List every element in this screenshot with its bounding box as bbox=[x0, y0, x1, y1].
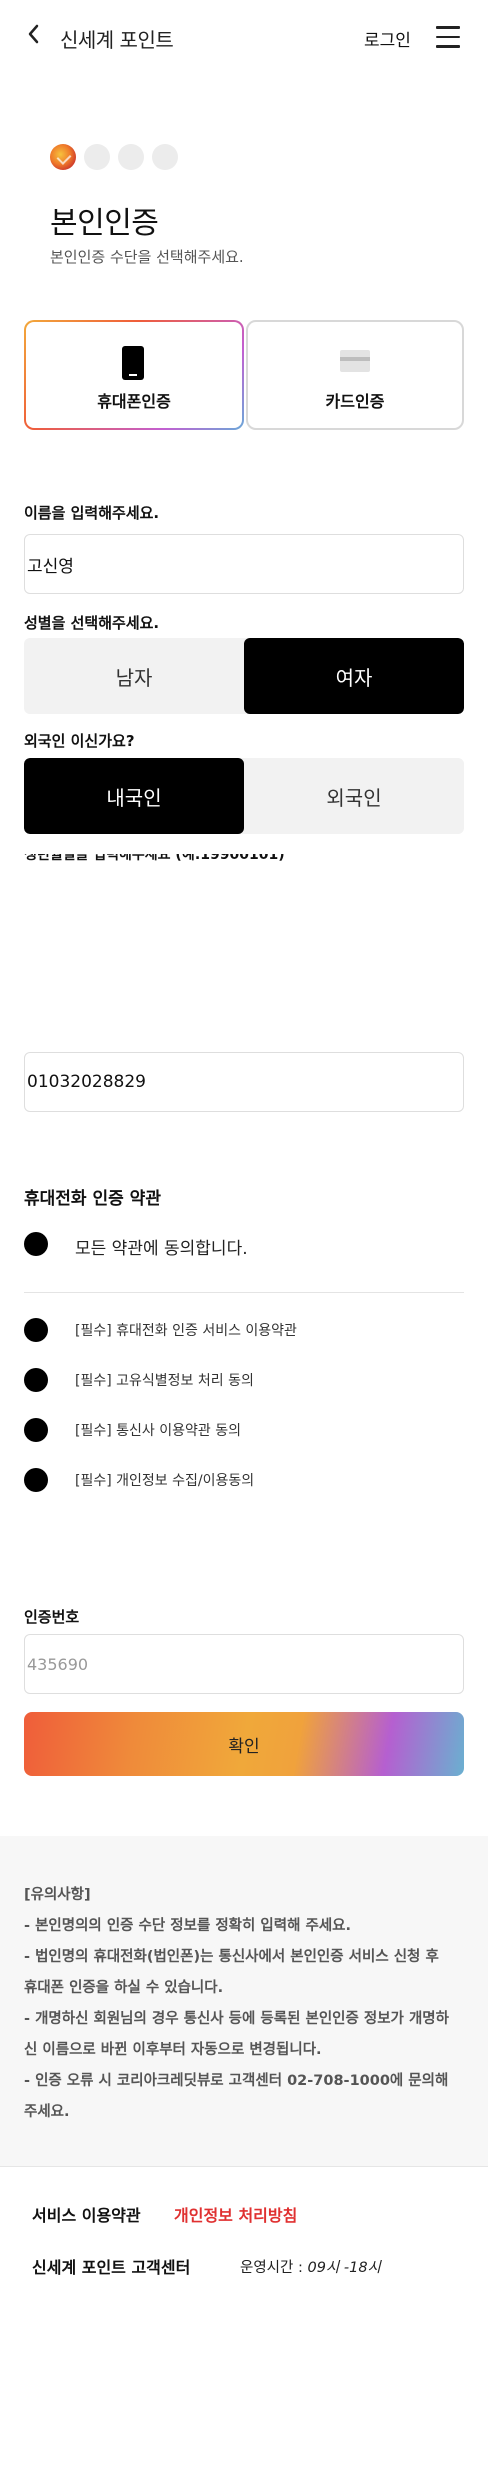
login-link[interactable]: 로그인 bbox=[364, 26, 411, 51]
step-dot-3 bbox=[118, 144, 144, 170]
name-input[interactable]: 고신영 bbox=[24, 534, 464, 594]
notice-line-1: - 본인명의의 인증 수단 정보를 정확히 입력해 주세요. bbox=[24, 1918, 352, 1934]
notice-title: [유의사항] bbox=[24, 1887, 91, 1903]
nationality-label: 외국인 이신가요? bbox=[24, 732, 135, 750]
terms-title: 휴대전화 인증 약관 bbox=[24, 1189, 161, 1209]
birthdate-label-clipped: 생년월일을 입력해주세요 (예:19900101) bbox=[24, 854, 464, 862]
birthdate-label: 생년월일을 입력해주세요 (예:19900101) bbox=[24, 854, 285, 862]
footer-customer-center: 신세계 포인트 고객센터 bbox=[32, 2258, 191, 2277]
footer-hours-value: 09시 -18시 bbox=[307, 2260, 381, 2276]
phone-icon bbox=[122, 346, 144, 380]
nationality-option-domestic[interactable]: 내국인 bbox=[24, 758, 244, 834]
confirm-button[interactable]: 확인 bbox=[24, 1712, 464, 1776]
terms-divider bbox=[24, 1292, 464, 1293]
nationality-option-foreign[interactable]: 외국인 bbox=[244, 758, 464, 834]
footer-divider bbox=[0, 2166, 488, 2167]
term-checkbox-2[interactable] bbox=[24, 1368, 48, 1392]
footer-privacy-link[interactable]: 개인정보 처리방침 bbox=[174, 2202, 297, 2226]
footer-hours: 운영시간 : 09시 -18시 bbox=[240, 2256, 381, 2277]
term-checkbox-1[interactable] bbox=[24, 1318, 48, 1342]
phone-auth-card[interactable]: 휴대폰인증 bbox=[24, 320, 244, 430]
auth-number-input[interactable]: 435690 bbox=[24, 1634, 464, 1694]
notice-text: [유의사항] - 본인명의의 인증 수단 정보를 정확히 입력해 주세요. - … bbox=[24, 1880, 454, 2128]
gender-label: 성별을 선택해주세요. bbox=[24, 614, 160, 632]
term-item-4[interactable]: [필수] 개인정보 수집/이용동의 bbox=[75, 1470, 254, 1490]
term-item-1[interactable]: [필수] 휴대전화 인증 서비스 이용약관 bbox=[75, 1320, 297, 1340]
credit-card-icon bbox=[340, 350, 370, 372]
hamburger-menu-icon[interactable] bbox=[436, 26, 460, 48]
gender-selector: 남자 여자 bbox=[24, 638, 464, 714]
step-dot-1-active bbox=[50, 144, 76, 170]
notice-line-4: - 인증 오류 시 코리아크레딧뷰로 고객센터 02-708-1000에 문의해… bbox=[24, 2073, 449, 2120]
agree-all-checkbox[interactable] bbox=[24, 1232, 48, 1256]
step-dot-2 bbox=[84, 144, 110, 170]
name-label: 이름을 입력해주세요. bbox=[24, 504, 160, 522]
page-subtitle: 본인인증 수단을 선택해주세요. bbox=[50, 248, 244, 266]
phone-auth-label: 휴대폰인증 bbox=[97, 392, 171, 411]
chevron-left-icon bbox=[28, 24, 39, 44]
term-item-2[interactable]: [필수] 고유식별정보 처리 동의 bbox=[75, 1370, 254, 1390]
card-auth-label: 카드인증 bbox=[325, 392, 385, 411]
notice-line-3: - 개명하신 회원님의 경우 통신사 등에 등록된 본인인증 정보가 개명하신 … bbox=[24, 2011, 449, 2058]
term-checkbox-3[interactable] bbox=[24, 1418, 48, 1442]
nationality-selector: 내국인 외국인 bbox=[24, 758, 464, 834]
page-title: 본인인증 bbox=[50, 206, 159, 241]
gender-option-female[interactable]: 여자 bbox=[244, 638, 464, 714]
phone-number-input[interactable]: 01032028829 bbox=[24, 1052, 464, 1112]
auth-number-label: 인증번호 bbox=[24, 1608, 80, 1626]
agree-all-label[interactable]: 모든 약관에 동의합니다. bbox=[75, 1234, 248, 1259]
footer-hours-prefix: 운영시간 : bbox=[240, 2260, 308, 2276]
step-dot-4 bbox=[152, 144, 178, 170]
term-item-3[interactable]: [필수] 통신사 이용약관 동의 bbox=[75, 1420, 241, 1440]
header-title: 신세계 포인트 bbox=[60, 28, 174, 52]
back-button[interactable] bbox=[22, 22, 46, 46]
gender-option-male[interactable]: 남자 bbox=[24, 638, 244, 714]
notice-line-2: - 법인명의 휴대전화(법인폰)는 통신사에서 본인인증 서비스 신청 후 휴대… bbox=[24, 1949, 439, 1996]
footer-service-terms-link[interactable]: 서비스 이용약관 bbox=[32, 2202, 141, 2226]
term-checkbox-4[interactable] bbox=[24, 1468, 48, 1492]
card-auth-card[interactable]: 카드인증 bbox=[246, 320, 464, 430]
